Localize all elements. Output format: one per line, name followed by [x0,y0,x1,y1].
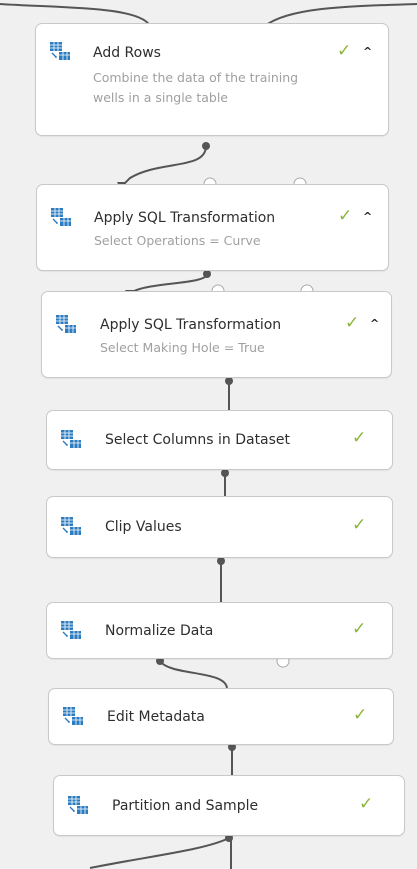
wire-out-left [89,837,230,869]
module-add-rows[interactable]: Add Rows Combine the data of the trainin… [35,23,389,136]
module-title: Select Columns in Dataset [105,432,291,448]
wire-1 [121,145,207,187]
module-title: Apply SQL Transformation [94,210,276,226]
module-subtitle: Combine the data of the training wells i… [93,70,299,105]
check-icon: ✓ [353,705,368,725]
module-edit-metadata[interactable]: Edit Metadata ✓ [48,688,394,745]
check-icon: ✓ [337,41,352,61]
caret-up-icon[interactable]: ^ [363,45,372,58]
caret-up-icon[interactable]: ^ [370,317,379,330]
module-select-columns[interactable]: Select Columns in Dataset ✓ [46,410,393,470]
module-title: Edit Metadata [107,709,205,725]
module-partition-and-sample[interactable]: Partition and Sample ✓ [53,775,405,836]
module-apply-sql-1[interactable]: Apply SQL Transformation Select Operatio… [36,184,389,271]
module-clip-values[interactable]: Clip Values ✓ [46,496,393,558]
output-port [221,469,229,477]
output-port [202,142,210,150]
check-icon: ✓ [352,515,367,535]
check-icon: ✓ [352,619,367,639]
check-icon: ✓ [359,794,374,814]
module-apply-sql-2[interactable]: Apply SQL Transformation Select Making H… [41,291,392,378]
module-normalize-data[interactable]: Normalize Data ✓ [46,602,393,659]
module-icon [50,207,72,227]
module-icon [62,706,84,726]
wire-6 [159,660,228,689]
caret-up-icon[interactable]: ^ [363,210,372,223]
check-icon: ✓ [338,206,353,226]
check-icon: ✓ [345,313,360,333]
module-icon [67,795,89,815]
module-subtitle: Select Operations = Curve [94,233,261,248]
module-title: Clip Values [105,519,182,535]
experiment-canvas[interactable]: Add Rows Combine the data of the trainin… [0,0,417,869]
module-icon [60,429,82,449]
module-title: Apply SQL Transformation [100,317,282,333]
output-port [203,270,211,278]
module-title: Add Rows [93,45,161,61]
output-port [225,377,233,385]
check-icon: ✓ [352,428,367,448]
module-title: Normalize Data [105,623,214,639]
output-port [217,557,225,565]
module-icon [60,516,82,536]
module-icon [60,620,82,640]
module-subtitle: Select Making Hole = True [100,340,265,355]
module-icon [55,314,77,334]
module-icon [49,41,71,61]
module-title: Partition and Sample [112,798,259,814]
